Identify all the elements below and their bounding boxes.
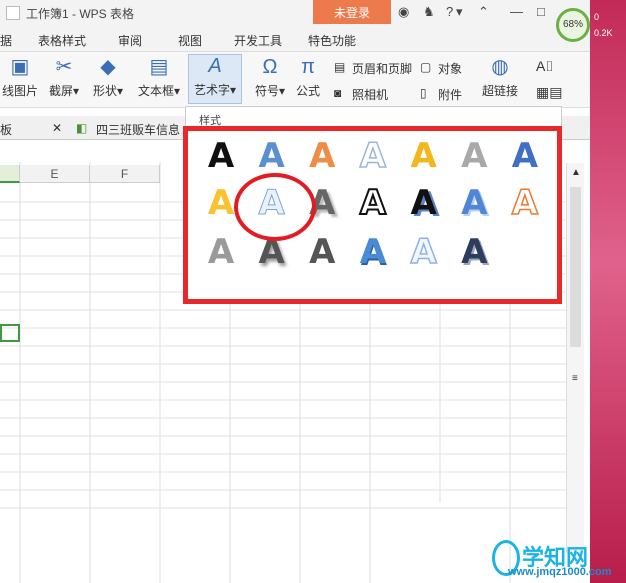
menu-special[interactable]: 特色功能 xyxy=(308,32,356,49)
maximize-icon[interactable]: □ xyxy=(537,4,545,19)
menu-view[interactable]: 视图 xyxy=(178,32,202,49)
wordart-style-blue-gradient[interactable]: A xyxy=(247,134,297,178)
menu-bar: 据 表格样式 审阅 视图 开发工具 特色功能 xyxy=(0,26,590,52)
wordart-style-blue-3d[interactable]: A xyxy=(449,181,499,225)
shirt-icon[interactable]: ♞ xyxy=(423,4,435,20)
formula-button[interactable]: π 公式 xyxy=(292,56,324,99)
wordart-style-gray[interactable]: A xyxy=(449,134,499,178)
online-picture-button[interactable]: ▣ 线图片 xyxy=(0,56,40,99)
text-direction-icon[interactable]: A⌷ xyxy=(536,58,554,75)
skin-icon[interactable]: ◉ xyxy=(398,4,409,20)
scroll-thumb[interactable] xyxy=(570,187,581,347)
wordart-row-1: A A A A A A A xyxy=(196,134,550,178)
watermark-url: www.jmqz1000.com xyxy=(508,566,612,578)
header-footer-icon: ▤ xyxy=(334,60,346,74)
ribbon-toolbar: ▣ 线图片 ✂ 截屏▾ ◆ 形状▾ ▤ 文本框▾ A 艺术字▾ Ω 符号▾ π … xyxy=(0,52,590,108)
wordart-style-black[interactable]: A xyxy=(196,134,246,178)
vertical-scrollbar[interactable]: ▲ ≡ xyxy=(566,163,584,553)
column-header-e[interactable]: E xyxy=(20,165,90,183)
wordart-style-blue-bevel[interactable]: A xyxy=(348,230,398,274)
wordart-style-black-blue-shadow[interactable]: A xyxy=(399,181,449,225)
document-icon xyxy=(6,6,20,20)
upload-speed: 0 xyxy=(594,12,600,22)
shapes-icon: ◆ xyxy=(100,56,116,78)
object-button[interactable]: 对象 xyxy=(438,60,462,77)
wordart-style-orange-outline[interactable]: A xyxy=(500,181,550,225)
active-cell[interactable] xyxy=(0,324,20,342)
object-icon: ▢ xyxy=(420,60,432,74)
menu-data[interactable]: 据 xyxy=(0,32,12,49)
highlight-circle xyxy=(234,173,316,241)
login-button[interactable]: 未登录 xyxy=(313,0,391,24)
menu-table-style[interactable]: 表格样式 xyxy=(38,32,86,49)
scissors-icon: ✂ xyxy=(55,56,73,78)
screenshot-button[interactable]: ✂ 截屏▾ xyxy=(44,56,84,99)
wordart-style-striped-navy[interactable]: A xyxy=(449,230,499,274)
document-title: 工作簿1 - WPS 表格 xyxy=(26,7,135,21)
menu-review[interactable]: 审阅 xyxy=(118,32,142,49)
textbox-icon: ▤ xyxy=(149,56,169,78)
wordart-style-blue-outline[interactable]: A xyxy=(348,134,398,178)
attachment-icon: ▯ xyxy=(420,86,427,100)
layout-icon[interactable]: ▦▤ xyxy=(536,84,562,101)
textbox-button[interactable]: ▤ 文本框▾ xyxy=(136,56,182,99)
wordart-style-orange-gradient[interactable]: A xyxy=(297,134,347,178)
omega-icon: Ω xyxy=(262,56,278,78)
column-header-d[interactable] xyxy=(0,165,20,183)
scroll-grip-icon: ≡ xyxy=(572,373,578,384)
tab-left-label: 板 xyxy=(0,123,13,137)
download-speed: 0.2K xyxy=(594,28,613,38)
wordart-style-dark-gray[interactable]: A xyxy=(297,230,347,274)
hyperlink-button[interactable]: ◍ 超链接 xyxy=(478,56,522,99)
picture-icon: ▣ xyxy=(10,56,30,78)
column-header-f[interactable]: F xyxy=(90,165,160,183)
help-dropdown-icon[interactable]: ▾ xyxy=(456,4,463,20)
wordart-icon: A xyxy=(208,55,222,77)
title-bar: 工作簿1 - WPS 表格 未登录 ◉ ♞ ? ▾ ⌃ — □ xyxy=(0,0,590,26)
wordart-style-black-outline[interactable]: A xyxy=(348,181,398,225)
symbol-button[interactable]: Ω 符号▾ xyxy=(250,56,290,99)
attachment-button[interactable]: 附件 xyxy=(438,86,462,103)
collapse-ribbon-icon[interactable]: ⌃ xyxy=(478,4,489,20)
wordart-style-blue-reflection[interactable]: A xyxy=(500,134,550,178)
menu-developer[interactable]: 开发工具 xyxy=(234,32,282,49)
spreadsheet-icon: ◧ xyxy=(76,121,88,135)
memory-usage-badge[interactable]: 68% xyxy=(556,8,590,42)
tab-document[interactable]: 四三班贩车信息 xyxy=(96,121,180,138)
help-button[interactable]: ? xyxy=(446,4,453,19)
globe-icon: ◍ xyxy=(491,56,509,78)
minimize-icon[interactable]: — xyxy=(510,4,523,19)
wordart-style-light-gray[interactable]: A xyxy=(196,230,246,274)
pi-icon: π xyxy=(301,56,315,78)
desktop-background xyxy=(590,0,626,583)
wordart-style-gold[interactable]: A xyxy=(399,134,449,178)
header-footer-button[interactable]: 页眉和页脚 xyxy=(352,60,412,77)
camera-icon: ◙ xyxy=(334,86,342,100)
shapes-button[interactable]: ◆ 形状▾ xyxy=(88,56,128,99)
wordart-button[interactable]: A 艺术字▾ xyxy=(188,54,242,104)
close-tab-icon[interactable]: ✕ xyxy=(52,121,62,135)
wordart-row-3: A A A A A A xyxy=(196,230,550,274)
scroll-up-icon[interactable]: ▲ xyxy=(571,167,581,178)
wordart-empty-slot xyxy=(500,230,550,274)
wordart-style-pale-blue-outline[interactable]: A xyxy=(399,230,449,274)
camera-button[interactable]: 照相机 xyxy=(352,86,388,103)
